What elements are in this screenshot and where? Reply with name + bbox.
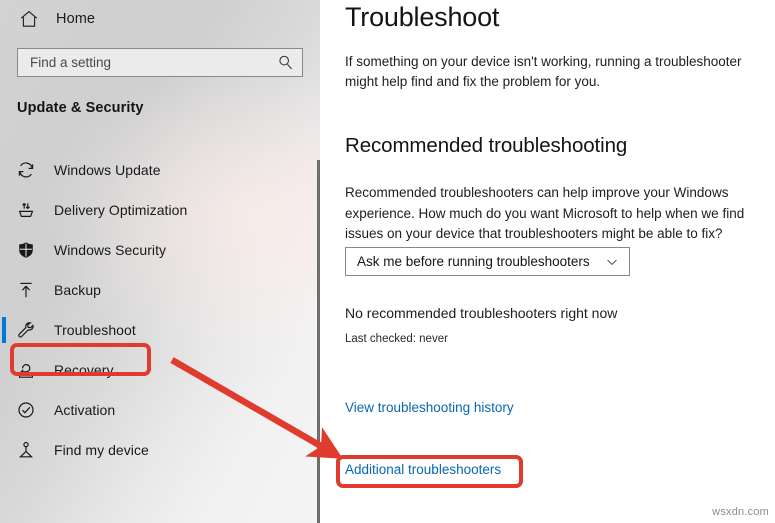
wrench-icon: [16, 320, 36, 340]
delivery-optimization-icon: [16, 200, 36, 220]
sidebar-item-label: Find my device: [54, 442, 149, 458]
sidebar: Home Update & Security: [0, 0, 320, 523]
sidebar-item-label: Activation: [54, 402, 116, 418]
search-icon[interactable]: [277, 54, 294, 71]
recommended-status-text: No recommended troubleshooters right now: [345, 305, 618, 321]
sidebar-item-delivery-optimization[interactable]: Delivery Optimization: [0, 190, 320, 230]
troubleshooting-level-dropdown[interactable]: Ask me before running troubleshooters: [345, 247, 630, 276]
page-title: Troubleshoot: [345, 2, 500, 32]
sidebar-nav: Windows Update Delivery Optimization Win…: [0, 150, 320, 470]
sidebar-item-label: Delivery Optimization: [54, 202, 188, 218]
sidebar-item-activation[interactable]: Activation: [0, 390, 320, 430]
recommended-troubleshooting-heading: Recommended troubleshooting: [345, 134, 628, 157]
sidebar-item-label: Troubleshoot: [54, 322, 136, 338]
recovery-icon: [16, 360, 36, 380]
sidebar-item-find-my-device[interactable]: Find my device: [0, 430, 320, 470]
view-troubleshooting-history-link[interactable]: View troubleshooting history: [345, 400, 514, 415]
chevron-down-icon: [605, 255, 619, 269]
home-icon: [18, 8, 40, 30]
sidebar-item-troubleshoot[interactable]: Troubleshoot: [0, 310, 320, 350]
shield-icon: [16, 240, 36, 260]
sidebar-item-label: Windows Security: [54, 242, 167, 258]
check-circle-icon: [16, 400, 36, 420]
backup-upload-icon: [16, 280, 36, 300]
additional-troubleshooters-link[interactable]: Additional troubleshooters: [345, 462, 501, 477]
recommended-troubleshooting-description: Recommended troubleshooters can help imp…: [345, 185, 745, 241]
sidebar-item-backup[interactable]: Backup: [0, 270, 320, 310]
sidebar-item-label: Windows Update: [54, 162, 161, 178]
sidebar-home-button[interactable]: Home: [0, 0, 320, 38]
main-content: Troubleshoot If something on your device…: [320, 0, 775, 523]
sidebar-item-recovery[interactable]: Recovery: [0, 350, 320, 390]
sidebar-home-label: Home: [56, 11, 96, 27]
sidebar-item-label: Recovery: [54, 362, 114, 378]
sidebar-item-label: Backup: [54, 282, 101, 298]
page-description: If something on your device isn't workin…: [345, 54, 742, 89]
search-box[interactable]: [17, 48, 303, 77]
last-checked-text: Last checked: never: [345, 333, 448, 345]
sidebar-item-windows-update[interactable]: Windows Update: [0, 150, 320, 190]
settings-window: Home Update & Security: [0, 0, 775, 523]
sidebar-section-title: Update & Security: [17, 100, 144, 116]
search-input[interactable]: [30, 55, 277, 70]
sync-icon: [16, 160, 36, 180]
find-device-icon: [16, 440, 36, 460]
dropdown-selected-value: Ask me before running troubleshooters: [357, 254, 590, 269]
sidebar-item-windows-security[interactable]: Windows Security: [0, 230, 320, 270]
watermark: wsxdn.com: [712, 506, 769, 518]
